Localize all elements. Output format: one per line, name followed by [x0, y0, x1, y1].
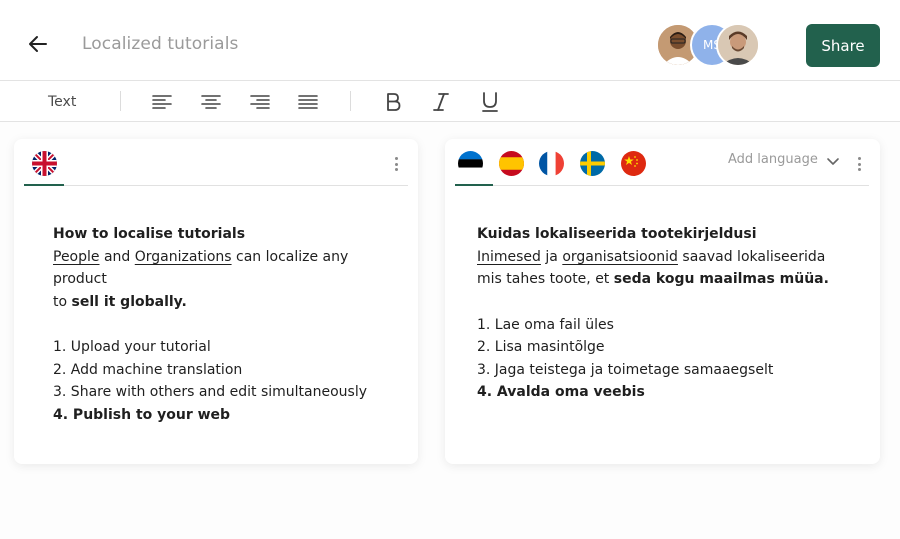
person-icon: [718, 25, 758, 65]
document-title[interactable]: Localized tutorials: [82, 34, 238, 54]
align-right-icon[interactable]: [248, 90, 272, 114]
link-organizations[interactable]: organisatsioonid: [562, 249, 678, 265]
share-button[interactable]: Share: [806, 24, 880, 67]
france-flag-icon[interactable]: [539, 151, 564, 176]
collaborator-avatars: MS: [656, 23, 766, 67]
steps-list: 1. Upload your tutorial 2. Add machine t…: [53, 336, 403, 426]
list-item: 4. Avalda oma veebis: [477, 384, 645, 400]
bold-icon[interactable]: [381, 90, 405, 114]
chevron-down-icon[interactable]: [826, 153, 840, 167]
list-item: 4. Publish to your web: [53, 406, 231, 423]
sweden-flag-icon[interactable]: [580, 151, 605, 176]
content-title: Kuidas lokaliseerida tootekirjeldusi: [477, 226, 757, 242]
active-tab-indicator: [455, 184, 493, 186]
avatar[interactable]: [716, 23, 760, 67]
back-button[interactable]: [24, 30, 52, 58]
language-tabs: [24, 139, 408, 186]
list-item: 3. Share with others and edit simultaneo…: [53, 384, 368, 400]
content-title: How to localise tutorials: [53, 226, 246, 242]
app-header: Localized tutorials MS Share: [0, 0, 900, 80]
list-item: 1. Lae oma fail üles: [477, 316, 614, 333]
language-tabs: Add language: [455, 139, 869, 186]
content-intro: Inimesed ja organisatsioonid saavad loka…: [477, 248, 826, 265]
list-item: 3. Jaga teistega ja toimetage samaaegsel…: [477, 361, 774, 378]
link-organizations[interactable]: Organizations: [135, 249, 232, 265]
arrow-left-icon: [29, 36, 47, 52]
italic-icon[interactable]: [429, 90, 453, 114]
source-content[interactable]: How to localise tutorials People and Org…: [53, 223, 403, 426]
active-tab-indicator: [24, 184, 64, 186]
toolbar-divider: [120, 91, 121, 111]
more-options-icon[interactable]: [388, 155, 404, 173]
list-item: 2. Lisa masintõlge: [477, 339, 605, 355]
uk-flag-icon[interactable]: [32, 151, 57, 176]
underline-icon[interactable]: [478, 90, 502, 114]
toolbar-divider: [350, 91, 351, 111]
text-style-dropdown[interactable]: Text: [48, 94, 76, 110]
content-intro: People and Organizations can localize an…: [53, 248, 349, 288]
target-content[interactable]: Kuidas lokaliseerida tootekirjeldusi Ini…: [477, 223, 857, 404]
target-language-panel: Add language Kuidas lokaliseerida tootek…: [445, 139, 880, 464]
link-people[interactable]: People: [53, 249, 100, 265]
list-item: 2. Add machine translation: [53, 361, 243, 378]
align-left-icon[interactable]: [150, 90, 174, 114]
align-center-icon[interactable]: [199, 90, 223, 114]
steps-list: 1. Lae oma fail üles 2. Lisa masintõlge …: [477, 314, 857, 404]
link-people[interactable]: Inimesed: [477, 249, 541, 265]
source-language-panel: How to localise tutorials People and Org…: [14, 139, 418, 464]
more-options-icon[interactable]: [851, 155, 867, 173]
content-intro-line2: to sell it globally.: [53, 293, 187, 310]
add-language-dropdown[interactable]: Add language: [728, 152, 818, 167]
format-toolbar: Text: [0, 80, 900, 122]
content-intro-line2: mis tahes toote, et seda kogu maailmas m…: [477, 271, 829, 287]
estonia-flag-icon[interactable]: [458, 151, 483, 176]
list-item: 1. Upload your tutorial: [53, 339, 211, 355]
spain-flag-icon[interactable]: [499, 151, 524, 176]
china-flag-icon[interactable]: [621, 151, 646, 176]
align-justify-icon[interactable]: [296, 90, 320, 114]
